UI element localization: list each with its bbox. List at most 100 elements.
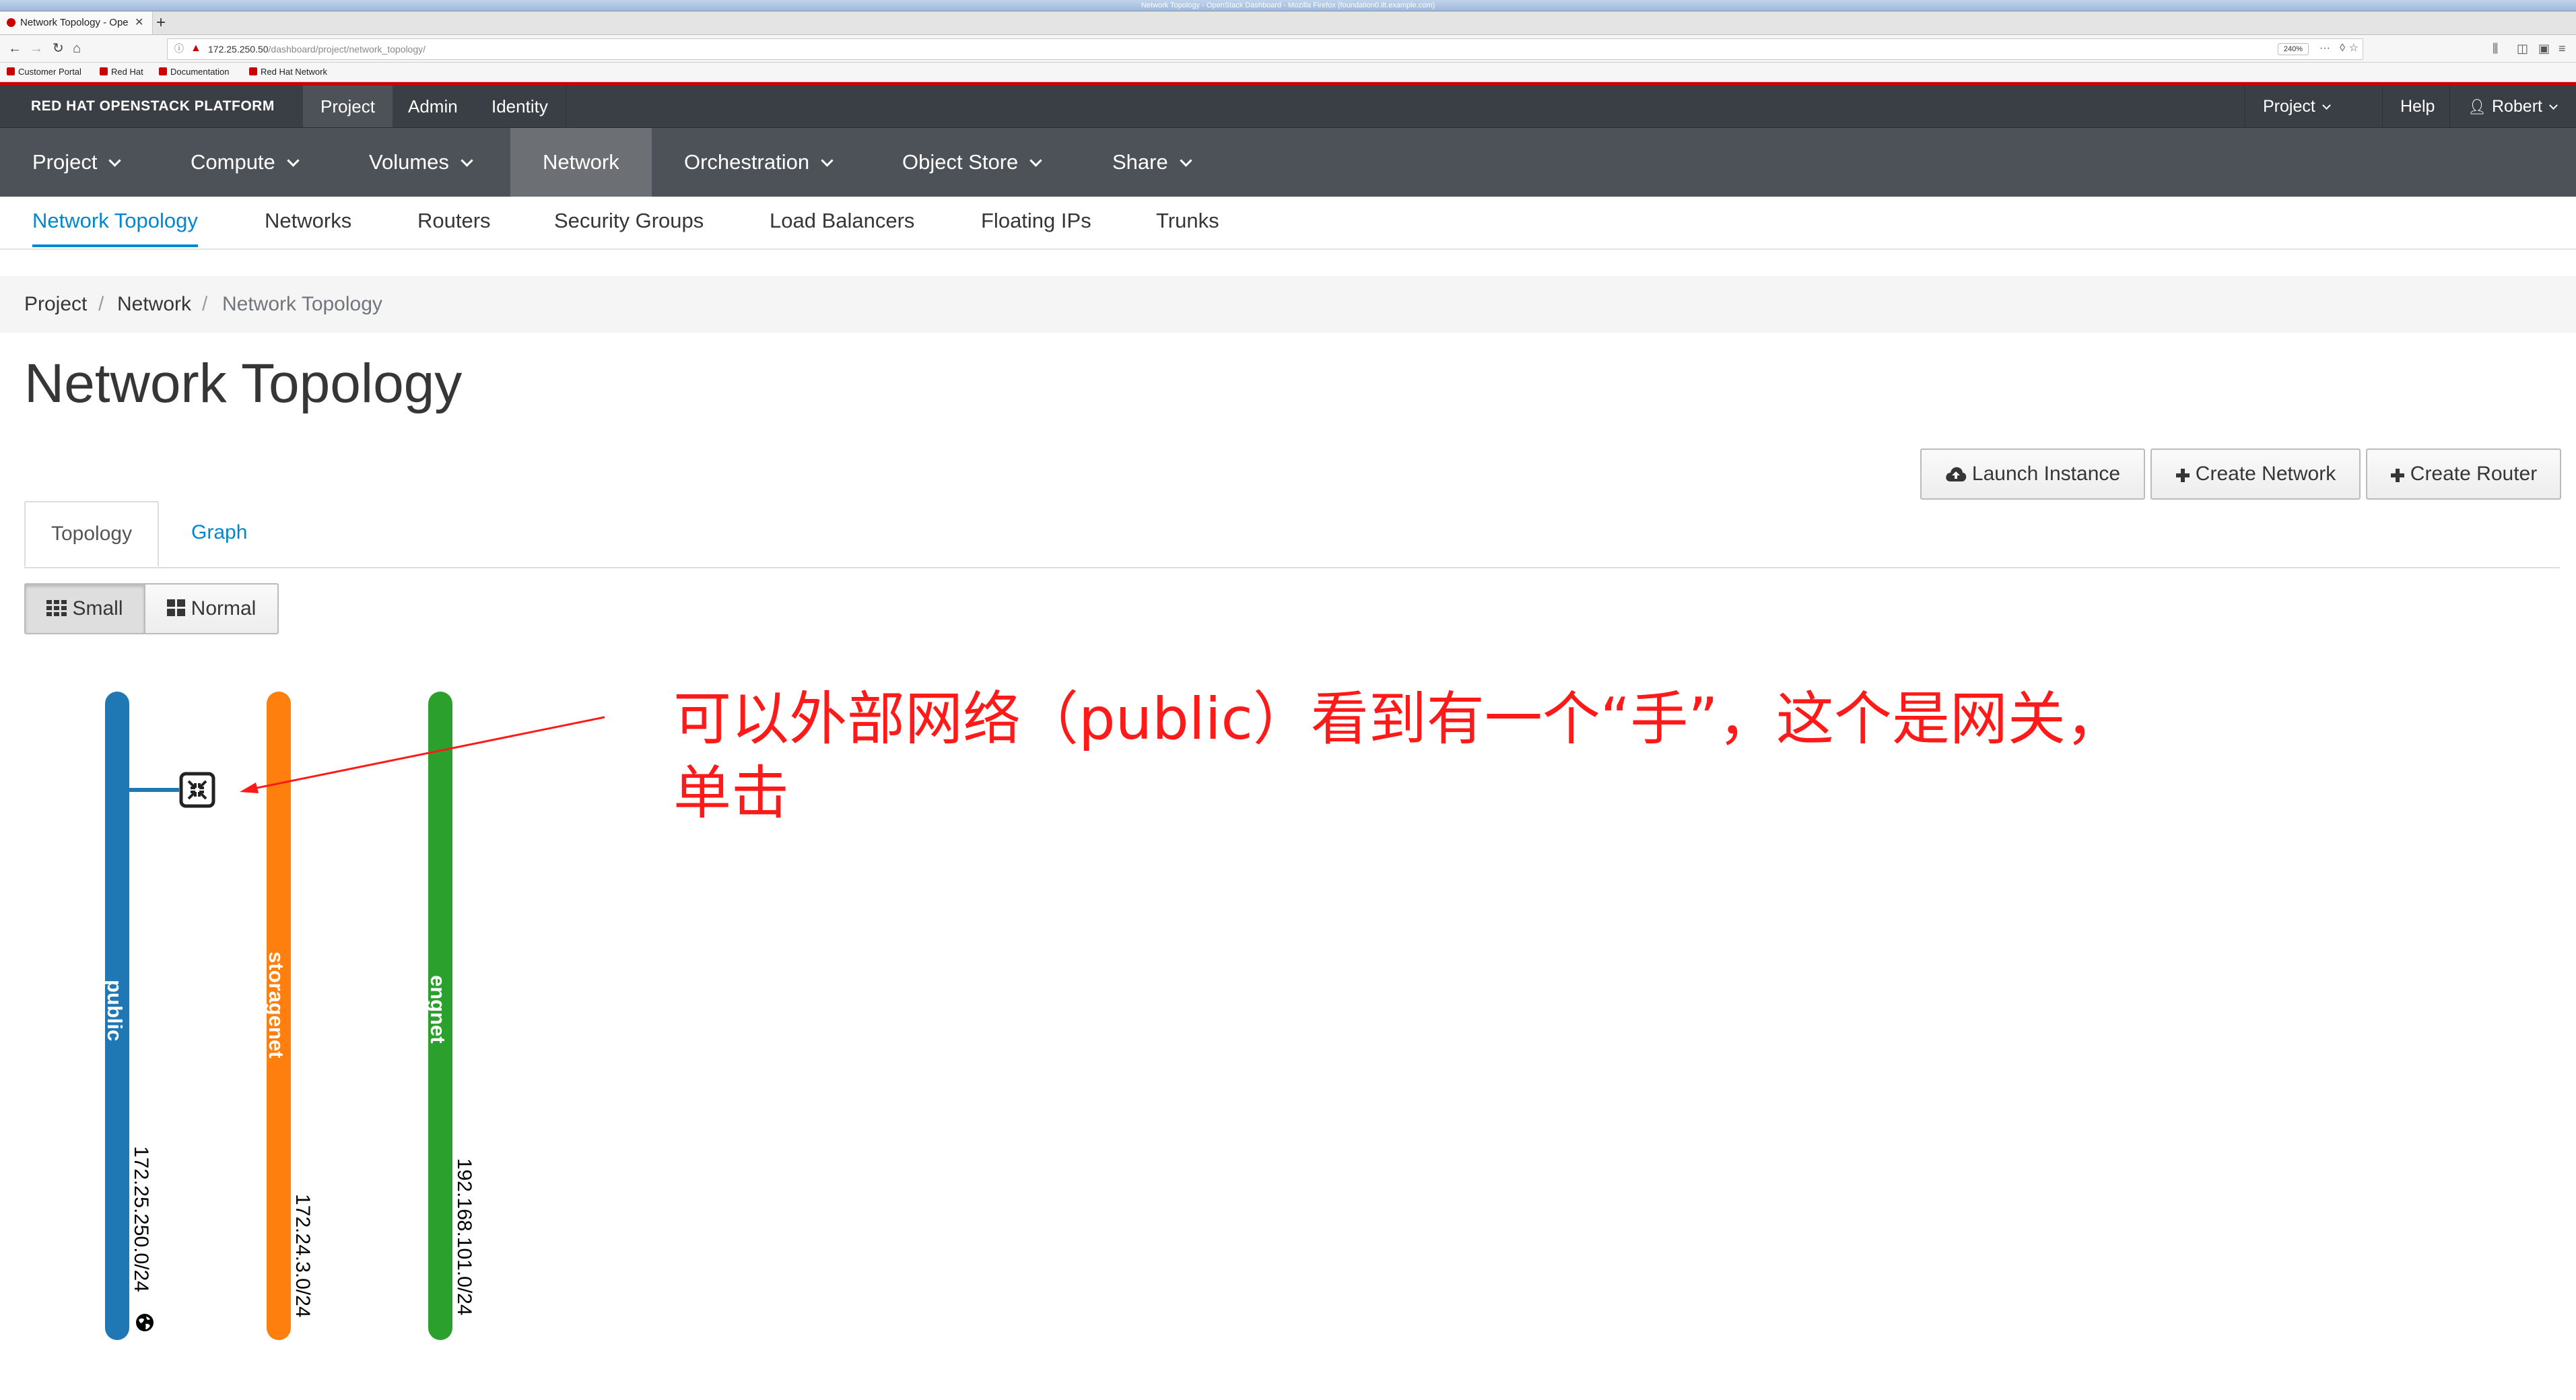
chevron-down-icon [2549,101,2558,110]
globe-icon [136,1314,154,1331]
breadcrumb-separator: / [98,293,104,315]
browser-tab-strip: Network Topology - Ope ✕ + [0,11,2576,35]
chevron-down-icon [2321,101,2331,110]
url-path: /dashboard/project/network_topology/ [268,44,426,55]
launch-instance-button[interactable]: Launch Instance [1920,448,2145,500]
secondary-nav: Network Topology Networks Routers Securi… [0,197,2576,250]
window-title: Network Topology - OpenStack Dashboard -… [1141,1,1435,9]
chevron-down-icon [108,154,122,167]
subnav-routers[interactable]: Routers [417,197,491,247]
pocket-icon[interactable]: ◊ [2340,42,2345,55]
primary-nav: Project Compute Volumes Network Orchestr… [0,128,2576,197]
cloud-upload-icon [1946,467,1967,481]
page-actions-icon[interactable]: ··· [2319,42,2330,55]
create-router-button[interactable]: Create Router [2366,448,2561,500]
reload-icon[interactable]: ↻ [53,38,64,59]
topology-canvas: public 172.25.250.0/24 storagenet 172.24… [0,673,673,1347]
subnav-trunks[interactable]: Trunks [1156,197,1219,247]
tab-topology[interactable]: Topology [24,501,160,567]
forward-icon[interactable]: → [30,38,43,59]
favicon-icon [7,18,15,27]
annotation-line-2: 单击 [673,760,789,827]
subnav-load-balancers[interactable]: Load Balancers [770,197,914,247]
nav-orchestration[interactable]: Orchestration [652,128,864,197]
nav-share[interactable]: Share [1080,128,1223,197]
sidebar-icon[interactable]: ◫ [2517,42,2528,55]
router-icon[interactable] [179,772,215,808]
new-tab-icon[interactable]: + [156,11,166,34]
library-icon[interactable]: ⫼ [2493,42,2498,55]
breadcrumb-current: Network Topology [222,293,382,315]
tab-graph[interactable]: Graph [166,501,273,567]
chevron-down-icon [1180,154,1192,167]
masthead-tab-admin[interactable]: Admin [391,86,475,127]
user-icon: 👤︎ [2468,98,2486,115]
bookmark-documentation[interactable]: Documentation [159,63,229,81]
chevron-down-icon [287,154,300,167]
help-link[interactable]: Help [2382,86,2452,127]
nav-network[interactable]: Network [510,128,652,197]
bookmark-icon [249,67,257,75]
home-icon[interactable]: ⌂ [73,38,81,59]
masthead-tab-project[interactable]: Project [303,86,393,127]
bookmark-icon [7,67,15,75]
window-titlebar: Network Topology - OpenStack Dashboard -… [0,0,2576,11]
subnav-security-groups[interactable]: Security Groups [554,197,704,247]
bookmark-customer-portal[interactable]: Customer Portal [7,63,81,81]
th-large-icon [166,599,185,616]
masthead-tab-identity[interactable]: Identity [474,86,566,127]
info-icon[interactable]: ⓘ [174,42,185,55]
zoom-indicator[interactable]: 240% [2277,43,2309,55]
annotation-arrow [240,716,605,793]
chevron-down-icon [1029,154,1043,167]
nav-project[interactable]: Project [0,128,151,197]
browser-toolbar: ← → ↻ ⌂ ⓘ ▲ 172.25.250.50/dashboard/proj… [0,35,2576,63]
network-label-storagenet: storagenet [265,952,288,1059]
create-network-button[interactable]: Create Network [2150,448,2361,500]
subnav-floating-ips[interactable]: Floating IPs [981,197,1091,247]
bookmarks-toolbar: Customer Portal Red Hat Documentation Re… [0,63,2576,82]
annotation-text: 可以外部网络（public）看到有一个“手”，这个是网关， 单击 [673,682,2124,830]
url-host: 172.25.250.50 [208,44,269,55]
back-icon[interactable]: ← [8,38,22,59]
normal-toggle-button[interactable]: Normal [144,583,279,634]
brand-logo[interactable]: RED HAT OPENSTACK PLATFORM [31,86,275,127]
th-grid-icon [46,600,67,616]
breadcrumb-network[interactable]: Network [117,276,191,333]
view-tabs: Topology Graph [24,501,2560,568]
network-label-public: public [103,980,127,1042]
url-bar[interactable]: ⓘ ▲ 172.25.250.50/dashboard/project/netw… [167,38,2363,60]
breadcrumb-project[interactable]: Project [24,276,87,333]
url-text: 172.25.250.50/dashboard/project/network_… [208,39,426,59]
bookmark-icon [159,67,167,75]
nav-compute[interactable]: Compute [158,128,330,197]
router-port-link [129,788,179,792]
network-cidr-engnet: 192.168.101.0/24 [453,1158,475,1316]
bookmark-star-icon[interactable]: ☆ [2349,42,2359,55]
subnav-network-topology[interactable]: Network Topology [32,197,198,247]
screenshot-icon[interactable]: ▣ [2538,42,2550,55]
user-dropdown[interactable]: 👤︎ Robert [2449,86,2574,127]
network-label-engnet: engnet [426,975,450,1044]
chevron-down-icon [821,154,834,167]
bookmark-red-hat-network[interactable]: Red Hat Network [249,63,327,81]
menu-icon[interactable]: ≡ [2558,42,2566,55]
network-cidr-public: 172.25.250.0/24 [130,1146,152,1292]
network-cidr-storagenet: 172.24.3.0/24 [292,1194,314,1318]
page-title: Network Topology [24,353,463,414]
breadcrumb-separator: / [202,293,208,315]
annotation-line-1: 可以外部网络（public）看到有一个“手”，这个是网关， [673,686,2124,753]
browser-tab-title: Network Topology - Ope [20,17,128,28]
breadcrumb: Project / Network / Network Topology [0,276,2576,333]
browser-tab[interactable]: Network Topology - Ope ✕ [0,11,153,34]
nav-object-store[interactable]: Object Store [870,128,1073,197]
bookmark-icon [100,67,108,75]
bookmark-red-hat[interactable]: Red Hat [100,63,143,81]
masthead: RED HAT OPENSTACK PLATFORM Project Admin… [0,86,2576,128]
nav-volumes[interactable]: Volumes [337,128,504,197]
small-toggle-button[interactable]: Small [24,583,145,634]
plus-icon [2390,469,2404,482]
subnav-networks[interactable]: Networks [265,197,351,247]
project-dropdown[interactable]: Project [2245,86,2347,127]
close-tab-icon[interactable]: ✕ [135,11,143,34]
